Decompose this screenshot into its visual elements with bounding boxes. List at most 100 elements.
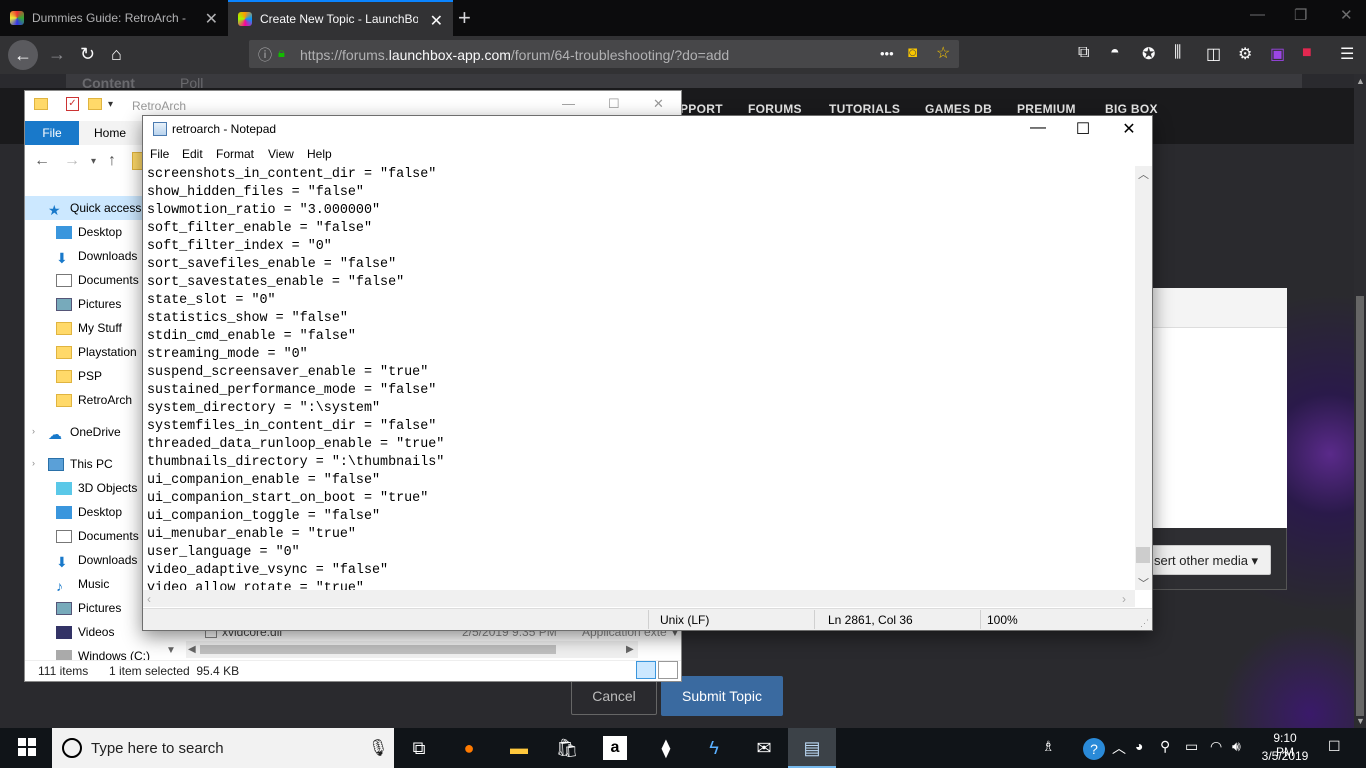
tree-item-onedrive[interactable]: ☁ OneDrive [48, 420, 121, 444]
nav-tutorials[interactable]: TUTORIALS [829, 102, 900, 116]
wifi-icon[interactable]: ◠ [1210, 738, 1222, 755]
site-info-icon[interactable]: ⓘ [258, 45, 272, 65]
tree-item-this-pc[interactable]: This PC [48, 452, 113, 476]
details-view-icon[interactable] [636, 661, 656, 679]
notepad-close-icon[interactable]: ✕ [1106, 119, 1152, 139]
battery-icon[interactable]: ▭ [1185, 738, 1198, 755]
scroll-left-arrow-icon[interactable]: ‹ [147, 592, 151, 606]
tree-item-downloads[interactable]: ⬇ Downloads [56, 548, 137, 572]
reload-icon[interactable]: ↻ [80, 44, 95, 65]
tree-item-pictures[interactable]: Pictures [56, 292, 121, 316]
new-folder-icon[interactable] [88, 98, 102, 110]
tree-item-my-stuff[interactable]: My Stuff [56, 316, 122, 340]
resize-grip-icon[interactable]: ⋰ [1140, 618, 1149, 629]
tree-item-music[interactable]: ♪ Music [56, 572, 109, 596]
explorer-forward-icon[interactable]: → [64, 152, 80, 170]
scroll-down-arrow-icon[interactable]: ﹀ [1138, 575, 1149, 591]
cancel-button[interactable]: Cancel [571, 677, 657, 715]
ribbon-file-tab[interactable]: File [25, 121, 79, 145]
notepad-vertical-scrollbar[interactable] [1135, 166, 1152, 590]
scroll-up-icon[interactable]: ▲ [1356, 76, 1365, 86]
quick-access-dropdown-icon[interactable]: ▾ [108, 99, 113, 110]
new-tab-plus-icon[interactable]: + [458, 5, 471, 31]
explorer-up-icon[interactable]: ↑ [108, 152, 116, 170]
tree-item-psp[interactable]: PSP [56, 364, 102, 388]
amazon-app-icon[interactable]: a [603, 736, 627, 760]
submit-topic-button[interactable]: Submit Topic [661, 676, 783, 716]
volume-icon[interactable]: 🔊︎ [1232, 738, 1241, 755]
hamburger-menu-icon[interactable]: ☰ [1340, 44, 1354, 64]
sidebar-icon[interactable]: ◫ [1206, 44, 1221, 64]
extension-red-icon[interactable]: ■ [1302, 44, 1312, 62]
menu-view[interactable]: View [268, 147, 294, 161]
dropbox-app-icon[interactable]: ⧫ [652, 734, 680, 762]
library-icon[interactable]: ⫼ [1174, 44, 1181, 62]
explorer-hscroll-thumb[interactable] [200, 645, 556, 654]
help-question-icon[interactable]: ? [1083, 738, 1105, 760]
store-bag-icon[interactable]: 🛍︎ [553, 734, 581, 762]
tree-item-playstation[interactable]: Playstation [56, 340, 137, 364]
restore-icon[interactable]: ❐ [1294, 6, 1307, 24]
ribbon-home-tab[interactable]: Home [94, 126, 126, 140]
nav-forums[interactable]: FORUMS [748, 102, 802, 116]
nav-premium[interactable]: PREMIUM [1017, 102, 1076, 116]
notepad-maximize-icon[interactable]: ☐ [1060, 119, 1106, 139]
tree-scroll-down-icon[interactable]: ▼ [166, 645, 176, 656]
explorer-minimize-icon[interactable]: — [562, 96, 575, 111]
tree-item-retroarch[interactable]: RetroArch [56, 388, 132, 412]
tree-item-desktop[interactable]: Desktop [56, 220, 122, 244]
explorer-maximize-icon[interactable]: ☐ [608, 96, 620, 112]
notepad-text-area[interactable]: screenshots_in_content_dir = "false" show… [147, 166, 1133, 590]
badge-star-icon[interactable]: ✪ [1142, 44, 1155, 64]
tree-item-documents[interactable]: Documents [56, 524, 139, 548]
network-tray-icon[interactable]: ⚲ [1160, 738, 1170, 755]
expand-chevron-icon[interactable]: › [32, 458, 35, 468]
settings-gear-icon[interactable]: ⚙ [1238, 44, 1252, 64]
menu-edit[interactable]: Edit [182, 147, 203, 161]
action-center-icon[interactable]: ☐ [1328, 738, 1341, 755]
steam-tray-icon[interactable]: ◕ [1135, 738, 1143, 754]
tree-item-documents[interactable]: Documents [56, 268, 139, 292]
back-arrow-icon[interactable]: ← [8, 40, 38, 70]
mail-envelope-icon[interactable]: ✉ [750, 734, 778, 762]
minimize-icon[interactable]: — [1250, 6, 1265, 23]
browser-tab-create-topic[interactable]: Create New Topic - LaunchBox ✕ [228, 0, 453, 36]
file-explorer-app-icon[interactable]: ▬ [505, 734, 533, 762]
expand-chevron-icon[interactable]: › [32, 426, 35, 436]
windows-start-icon[interactable] [18, 738, 36, 756]
explorer-back-icon[interactable]: ← [34, 152, 50, 170]
forward-arrow-icon[interactable]: → [48, 44, 66, 65]
nav-support[interactable]: PPORT [680, 102, 723, 116]
notepad-vscroll-thumb[interactable] [1136, 547, 1150, 563]
notepad-app-icon[interactable]: ▤ [798, 734, 826, 762]
scroll-right-arrow-icon[interactable]: › [1122, 592, 1126, 606]
hscroll-left-icon[interactable]: ◀ [188, 644, 196, 655]
tree-item-3d-objects[interactable]: 3D Objects [56, 476, 137, 500]
home-icon[interactable]: ⌂ [111, 44, 122, 65]
page-scrollbar-thumb[interactable] [1356, 296, 1364, 716]
clock-date[interactable]: 3/5/2019 [1261, 749, 1309, 763]
close-window-icon[interactable]: ✕ [1340, 6, 1353, 24]
close-tab-icon[interactable]: ✕ [205, 9, 218, 29]
menu-help[interactable]: Help [307, 147, 332, 161]
insert-media-button[interactable]: sert other media ▾ [1145, 545, 1271, 575]
private-mask-icon[interactable]: ◓ [1110, 44, 1120, 62]
properties-check-icon[interactable]: ✓ [66, 97, 79, 111]
nav-games-db[interactable]: GAMES DB [925, 102, 992, 116]
notepad-minimize-icon[interactable]: — [1015, 119, 1061, 137]
scroll-up-arrow-icon[interactable]: ︿ [1138, 166, 1149, 182]
large-icons-view-icon[interactable] [658, 661, 678, 679]
bolt-app-icon[interactable]: ϟ [700, 734, 728, 762]
show-hidden-icons-icon[interactable]: ︿ [1112, 738, 1126, 758]
nav-big-box[interactable]: BIG BOX [1105, 102, 1158, 116]
tree-item-quick-access[interactable]: ★ Quick access [48, 196, 141, 220]
recent-locations-icon[interactable]: ▾ [91, 156, 96, 167]
browser-tab-dummies-guide[interactable]: Dummies Guide: RetroArch - E ✕ [0, 0, 228, 36]
bookmark-star-icon[interactable]: ☆ [936, 43, 950, 63]
hscroll-right-icon[interactable]: ▶ [626, 644, 634, 655]
firefox-app-icon[interactable]: ● [455, 734, 483, 762]
microphone-icon[interactable]: 🎙︎ [368, 738, 388, 758]
notepad-horizontal-scrollbar[interactable] [143, 590, 1135, 607]
tree-item-desktop[interactable]: Desktop [56, 500, 122, 524]
menu-format[interactable]: Format [216, 147, 254, 161]
